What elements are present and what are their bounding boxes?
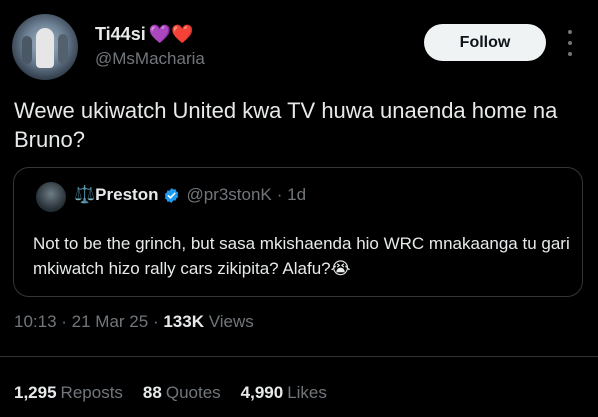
tweet-date[interactable]: 21 Mar 25	[72, 312, 149, 331]
avatar-figure	[58, 34, 68, 64]
author-avatar[interactable]	[12, 14, 78, 80]
quote-author-name: Preston	[95, 185, 159, 204]
quote-text: Not to be the grinch, but sasa mkishaend…	[33, 234, 570, 278]
tweet-time[interactable]: 10:13	[14, 312, 57, 331]
quote-author-avatar	[36, 182, 66, 212]
quoted-tweet[interactable]: ⚖️ Preston @pr3stonK · 1d Not to be the …	[13, 167, 583, 297]
divider	[0, 356, 598, 357]
verified-badge-icon	[165, 187, 179, 203]
reposts-count: 1,295	[14, 383, 57, 402]
quote-header: ⚖️ Preston @pr3stonK · 1d	[74, 185, 306, 205]
quotes-stat[interactable]: 88 Quotes	[143, 383, 221, 403]
quote-time: · 1d	[276, 185, 307, 204]
tweet-text: Wewe ukiwatch United kwa TV huwa unaenda…	[14, 98, 558, 152]
follow-button[interactable]: Follow	[424, 24, 546, 61]
quotes-label: Quotes	[165, 383, 221, 402]
likes-label: Likes	[287, 383, 327, 402]
views-label: Views	[208, 312, 254, 331]
reposts-label: Reposts	[60, 383, 123, 402]
views-count: 133K	[163, 312, 204, 331]
author-display-name: Ti44si	[95, 24, 146, 44]
quote-name-prefix: ⚖️	[74, 185, 96, 204]
reposts-stat[interactable]: 1,295 Reposts	[14, 383, 123, 403]
author-name-emojis: 💜❤️	[148, 24, 194, 44]
tweet-meta: 10:13 · 21 Mar 25 · 133K Views	[14, 312, 254, 331]
likes-count: 4,990	[240, 383, 284, 402]
quote-author-handle: @pr3stonK	[186, 185, 272, 204]
author-handle[interactable]: @MsMacharia	[95, 49, 205, 69]
likes-stat[interactable]: 4,990 Likes	[241, 383, 327, 403]
avatar-figure	[36, 28, 54, 68]
author-name[interactable]: Ti44si 💜❤️	[95, 24, 194, 45]
more-options-icon[interactable]	[564, 30, 576, 56]
engagement-stats: 1,295 Reposts 88 Quotes 4,990 Likes	[14, 383, 327, 403]
avatar-figure	[22, 36, 32, 64]
quotes-count: 88	[142, 383, 162, 402]
